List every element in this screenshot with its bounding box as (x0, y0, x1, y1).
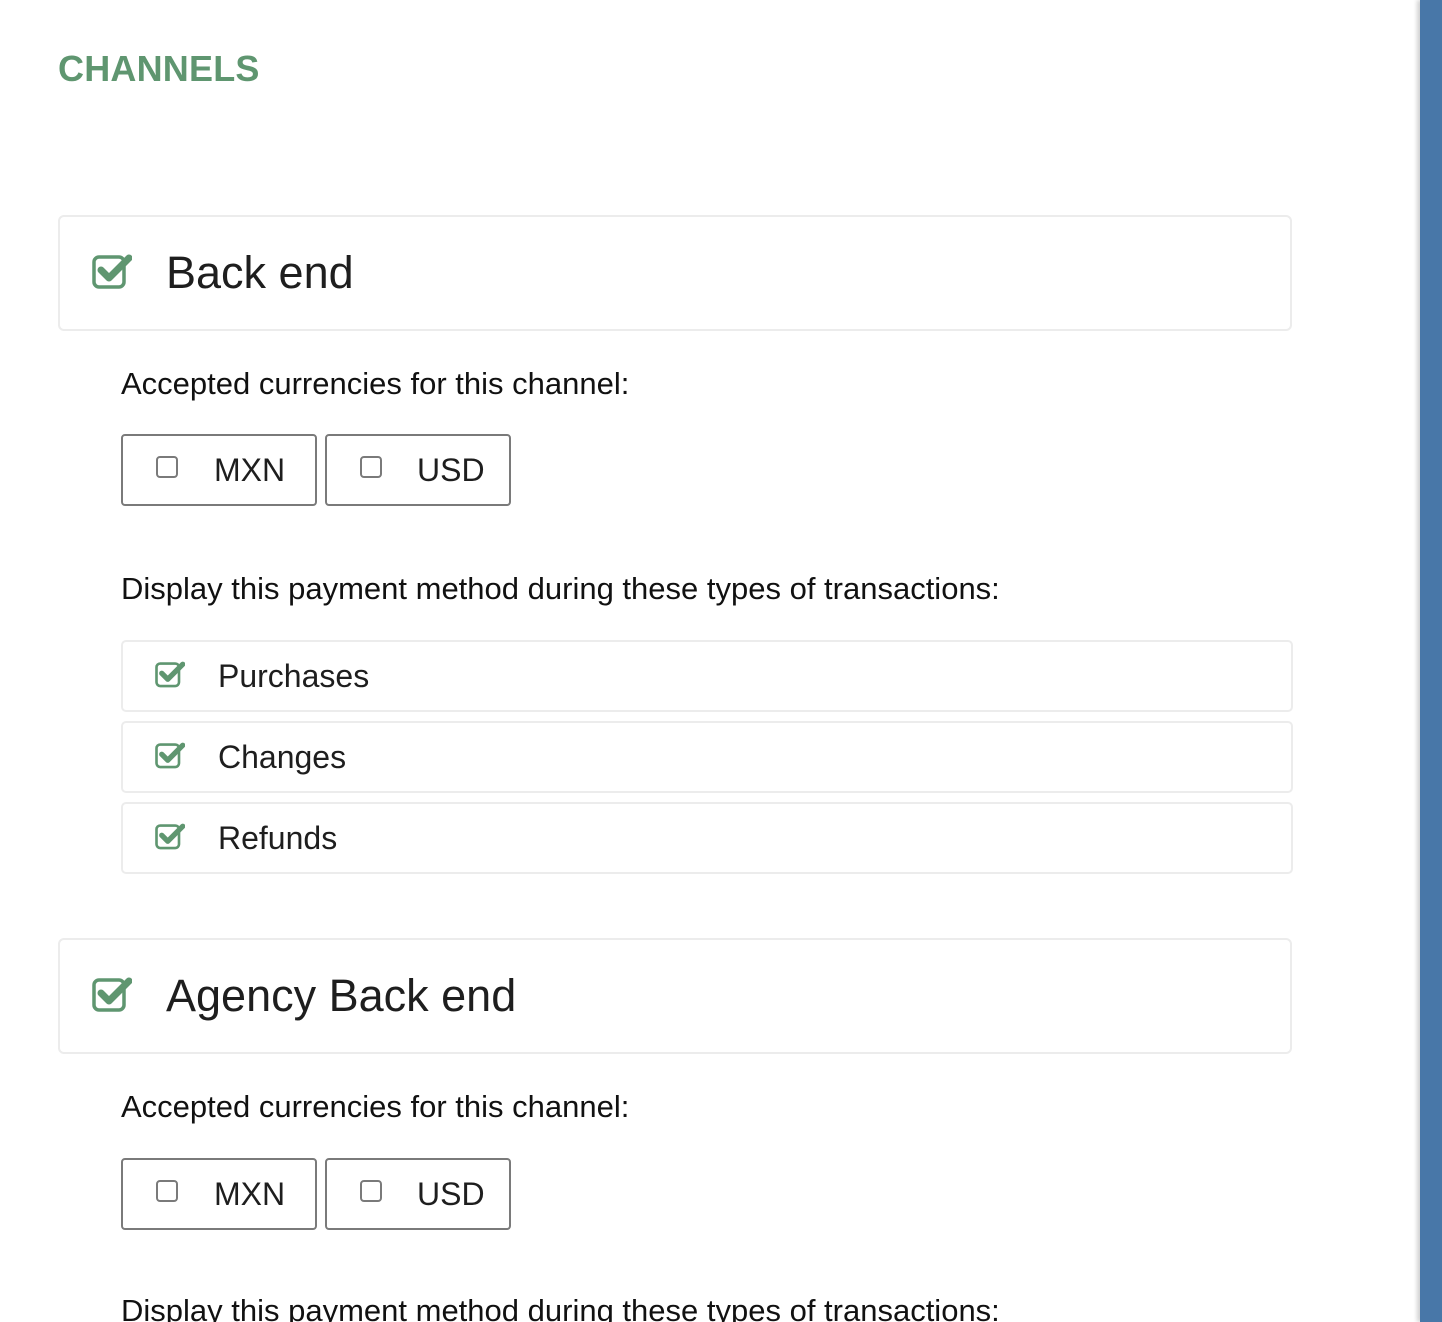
checkbox-unchecked-icon (360, 1180, 382, 1202)
currency-option-usd[interactable]: USD (325, 434, 511, 506)
section-title: CHANNELS (58, 48, 260, 89)
channel-toggle-back-end[interactable]: Back end (58, 215, 1292, 331)
channel-name: Agency Back end (166, 970, 517, 1021)
channel-name: Back end (166, 247, 354, 298)
currency-option-mxn[interactable]: MXN (121, 1158, 317, 1230)
transaction-option-refunds[interactable]: Refunds (121, 802, 1293, 874)
checkbox-unchecked-icon (156, 1180, 178, 1202)
currency-code: MXN (214, 452, 286, 488)
transactions-label: Display this payment method during these… (121, 1293, 1000, 1322)
checkbox-checked-icon (92, 254, 132, 289)
checkbox-unchecked-icon (156, 456, 178, 478)
currency-code: MXN (214, 1176, 286, 1212)
checkbox-checked-icon (92, 977, 132, 1012)
transactions-label: Display this payment method during these… (121, 571, 1000, 606)
page: CHANNELS Back end Accepted currencies fo… (0, 0, 1442, 1322)
checkbox-checked-icon (155, 823, 185, 850)
checkbox-checked-icon (155, 742, 185, 769)
currency-option-mxn[interactable]: MXN (121, 434, 317, 506)
currency-code: USD (417, 1176, 485, 1212)
transaction-option-purchases[interactable]: Purchases (121, 640, 1293, 712)
transaction-label: Refunds (218, 820, 338, 856)
main-content: CHANNELS Back end Accepted currencies fo… (0, 0, 1420, 1322)
channel-toggle-agency-back-end[interactable]: Agency Back end (58, 938, 1292, 1054)
currencies-label: Accepted currencies for this channel: (121, 366, 630, 401)
currency-code: USD (417, 452, 485, 488)
checkbox-unchecked-icon (360, 456, 382, 478)
currencies-label: Accepted currencies for this channel: (121, 1089, 630, 1124)
side-panel-edge (1420, 0, 1442, 1322)
transaction-label: Changes (218, 739, 347, 775)
transaction-option-changes[interactable]: Changes (121, 721, 1293, 793)
currency-option-usd[interactable]: USD (325, 1158, 511, 1230)
transaction-label: Purchases (218, 658, 370, 694)
checkbox-checked-icon (155, 661, 185, 688)
